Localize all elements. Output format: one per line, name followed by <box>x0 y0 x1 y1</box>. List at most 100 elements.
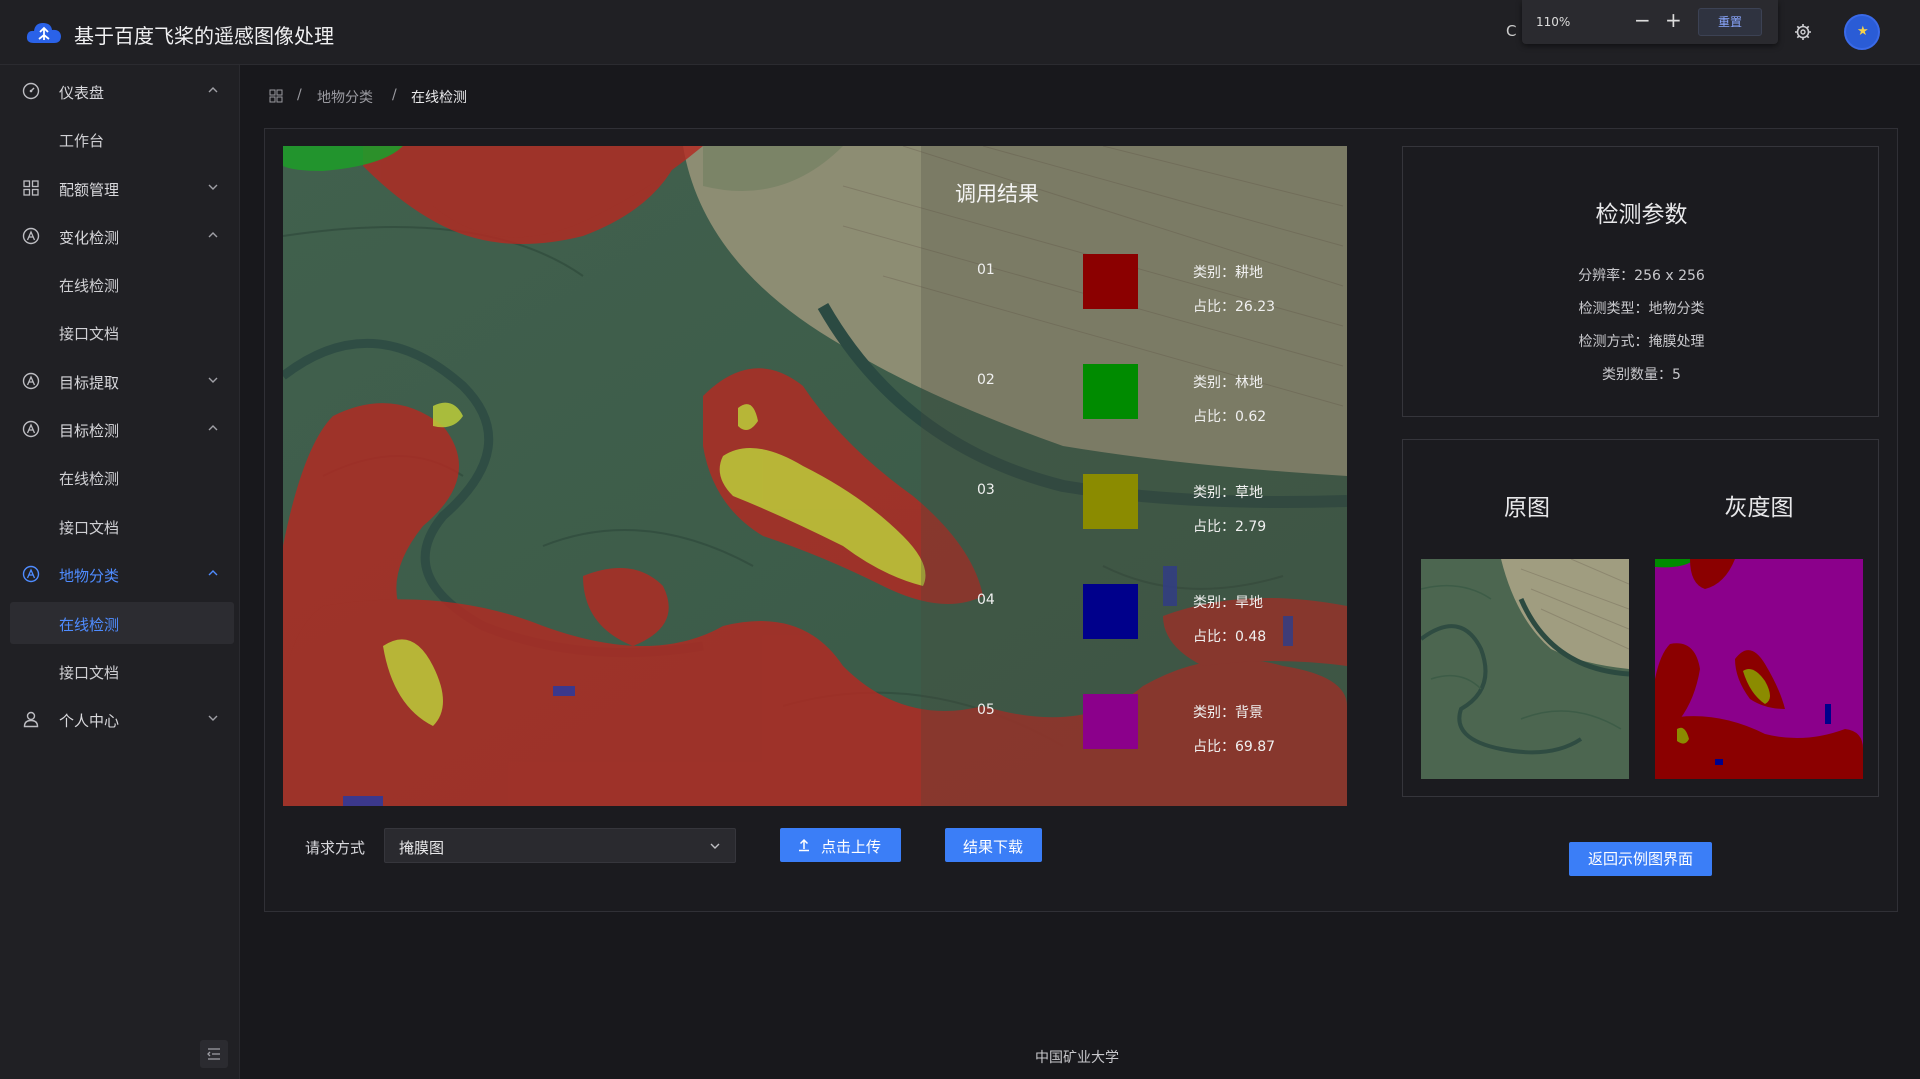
class-color-swatch <box>1083 474 1138 529</box>
result-legend-panel: 调用结果 01 类别：耕地 占比：26.23 02 类别：林地 占比：0.62 … <box>921 146 1347 806</box>
class-number: 03 <box>977 482 995 498</box>
grayscale-thumbnail-graphic <box>1655 559 1863 779</box>
detection-icon <box>22 565 40 583</box>
detection-icon <box>22 227 40 245</box>
star-icon: ★ <box>1857 24 1869 39</box>
result-image: 调用结果 01 类别：耕地 占比：26.23 02 类别：林地 占比：0.62 … <box>283 146 1347 806</box>
sidebar-item-dashboard[interactable]: 仪表盘 <box>10 70 234 112</box>
sidebar-item-label: 接口文档 <box>59 519 120 537</box>
request-method-label: 请求方式 <box>305 839 366 857</box>
class-row: 03 类别：草地 占比：2.79 <box>921 474 1347 544</box>
sidebar-item-target-api-docs[interactable]: 接口文档 <box>10 505 234 547</box>
chevron-up-icon <box>208 570 218 576</box>
class-number: 01 <box>977 262 995 278</box>
download-result-button[interactable]: 结果下载 <box>945 828 1042 862</box>
sidebar-item-label: 个人中心 <box>59 712 120 730</box>
upload-icon <box>799 838 809 852</box>
sidebar-item-label: 目标提取 <box>59 374 120 392</box>
chevron-down-icon <box>208 377 218 383</box>
param-count: 类别数量：5 <box>1602 367 1681 383</box>
footer-text: 中国矿业大学 <box>1035 1050 1119 1066</box>
class-color-swatch <box>1083 584 1138 639</box>
sidebar-item-change-online[interactable]: 在线检测 <box>10 263 234 305</box>
param-resolution: 分辨率：256 x 256 <box>1578 268 1705 284</box>
back-to-examples-button[interactable]: 返回示例图界面 <box>1569 842 1712 876</box>
class-row: 05 类别：背景 占比：69.87 <box>921 694 1347 764</box>
sidebar: 仪表盘 工作台 配额管理 变化检测 在线检测 接口文档 目标提取 目标检测 在线… <box>0 65 240 1079</box>
original-image-thumbnail[interactable] <box>1421 559 1629 779</box>
home-grid-icon[interactable] <box>269 89 283 103</box>
image-compare-card: 原图 灰度图 <box>1402 439 1879 797</box>
sidebar-item-label: 接口文档 <box>59 325 120 343</box>
upload-button-label: 点击上传 <box>821 838 882 856</box>
request-method-value: 掩膜图 <box>399 839 445 857</box>
breadcrumb-current: 在线检测 <box>411 90 467 106</box>
breadcrumb-level1[interactable]: 地物分类 <box>317 87 373 107</box>
chevron-down-icon <box>208 184 218 190</box>
cloud-logo-icon <box>26 23 61 43</box>
sidebar-item-target-online[interactable]: 在线检测 <box>10 456 234 498</box>
class-row: 02 类别：林地 占比：0.62 <box>921 364 1347 434</box>
zoom-out-button[interactable]: − <box>1634 8 1651 32</box>
sidebar-item-label: 目标检测 <box>59 422 120 440</box>
grayscale-image-title: 灰度图 <box>1724 495 1794 521</box>
request-method-select[interactable]: 掩膜图 <box>384 828 736 863</box>
class-color-swatch <box>1083 364 1138 419</box>
class-ratio: 占比：26.23 <box>1193 299 1276 315</box>
upload-button[interactable]: 点击上传 <box>780 828 901 862</box>
class-row: 01 类别：耕地 占比：26.23 <box>921 254 1347 324</box>
chevron-down-icon <box>208 715 218 721</box>
class-color-swatch <box>1083 694 1138 749</box>
sidebar-item-change-detection[interactable]: 变化检测 <box>10 215 234 257</box>
sidebar-item-land-api-docs[interactable]: 接口文档 <box>10 650 234 692</box>
sidebar-item-label: 配额管理 <box>59 181 120 199</box>
sidebar-item-label: 变化检测 <box>59 229 120 247</box>
chevron-up-icon <box>208 232 218 238</box>
sidebar-item-label: 仪表盘 <box>59 84 105 102</box>
user-icon <box>23 711 39 728</box>
zoom-reset-button[interactable]: 重置 <box>1698 8 1762 36</box>
detection-icon <box>22 420 40 438</box>
sidebar-item-profile[interactable]: 个人中心 <box>10 698 234 740</box>
zoom-level: 110% <box>1536 15 1571 29</box>
class-ratio: 占比：2.79 <box>1193 519 1267 535</box>
sidebar-item-label: 在线检测 <box>59 616 120 634</box>
class-name: 类别：林地 <box>1193 375 1263 391</box>
sidebar-item-quota[interactable]: 配额管理 <box>10 167 234 209</box>
sidebar-item-label: 地物分类 <box>59 567 120 585</box>
zoom-control: 110% − + 重置 <box>1522 0 1778 44</box>
class-name: 类别：旱地 <box>1193 595 1263 611</box>
sidebar-item-label: 接口文档 <box>59 664 120 682</box>
dashboard-icon <box>22 82 40 100</box>
class-number: 04 <box>977 592 995 608</box>
menu-fold-icon <box>207 1048 220 1060</box>
sidebar-item-land-online[interactable]: 在线检测 <box>10 602 234 644</box>
sidebar-item-label: 在线检测 <box>59 277 120 295</box>
download-button-label: 结果下载 <box>963 838 1024 856</box>
class-ratio: 占比：0.48 <box>1193 629 1267 645</box>
param-type: 检测类型：地物分类 <box>1578 301 1705 317</box>
sidebar-item-land-classification[interactable]: 地物分类 <box>10 553 234 595</box>
chevron-up-icon <box>208 87 218 93</box>
class-name: 类别：背景 <box>1193 705 1263 721</box>
gear-icon[interactable] <box>1794 23 1812 41</box>
class-color-swatch <box>1083 254 1138 309</box>
class-name: 类别：耕地 <box>1193 265 1263 281</box>
class-name: 类别：草地 <box>1193 485 1263 501</box>
original-image-title: 原图 <box>1504 495 1550 521</box>
class-number: 05 <box>977 702 995 718</box>
refresh-icon[interactable]: C <box>1506 22 1522 40</box>
top-header: 基于百度飞桨的遥感图像处理 C 110% − + 重置 ★ <box>0 0 1920 65</box>
sidebar-item-label: 工作台 <box>59 132 105 150</box>
sidebar-item-target-extraction[interactable]: 目标提取 <box>10 360 234 402</box>
sidebar-item-workbench[interactable]: 工作台 <box>10 118 234 160</box>
collapse-sidebar-button[interactable] <box>200 1040 228 1068</box>
zoom-in-button[interactable]: + <box>1665 8 1682 32</box>
class-ratio: 占比：0.62 <box>1193 409 1267 425</box>
result-title: 调用结果 <box>955 182 1039 206</box>
param-method: 检测方式：掩膜处理 <box>1578 334 1705 350</box>
sidebar-item-change-api-docs[interactable]: 接口文档 <box>10 311 234 353</box>
grayscale-image-thumbnail[interactable] <box>1655 559 1863 779</box>
avatar[interactable]: ★ <box>1844 14 1880 50</box>
sidebar-item-target-detection[interactable]: 目标检测 <box>10 408 234 450</box>
